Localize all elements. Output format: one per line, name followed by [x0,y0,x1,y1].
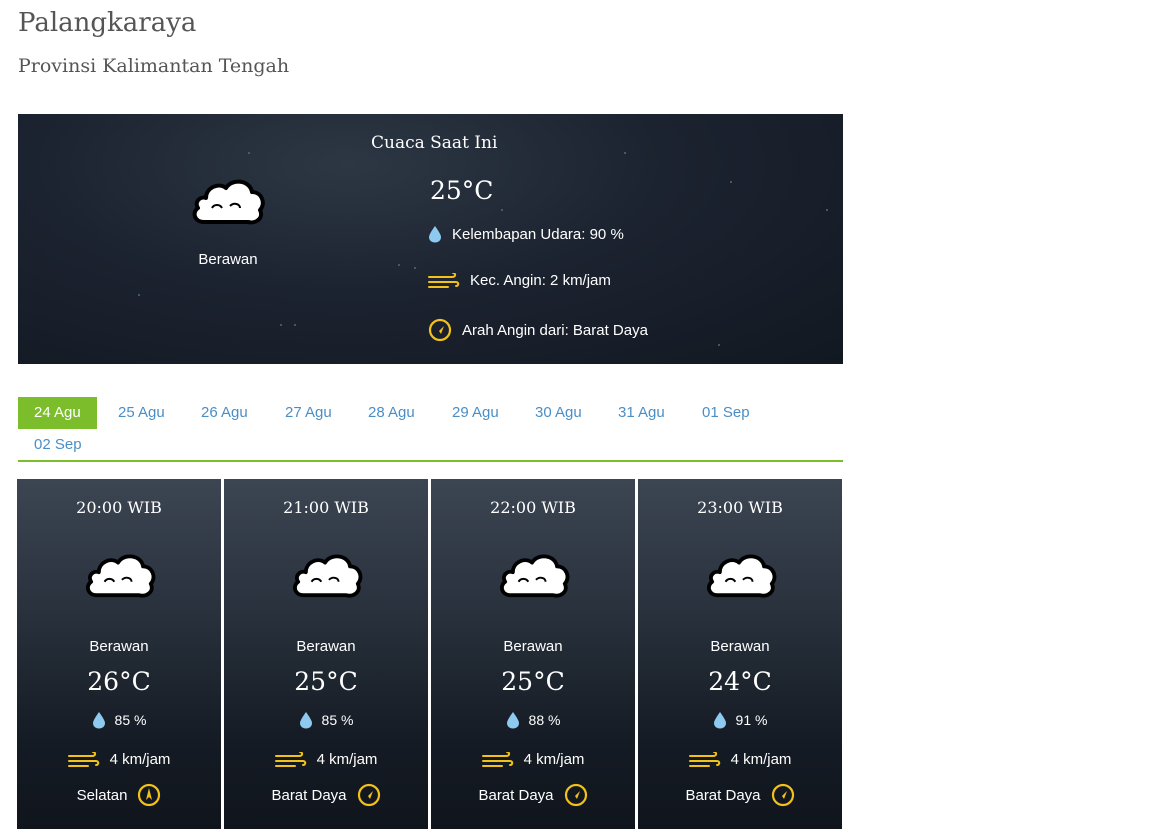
forecast-condition: Berawan [710,638,770,655]
forecast-humidity: 88 % [431,711,635,729]
current-direction-row: Arah Angin dari: Barat Daya [428,318,648,342]
cloud-icon [500,554,570,598]
forecast-condition: Berawan [296,638,356,655]
forecast-direction: Barat Daya [638,783,842,807]
forecast-card: 22:00 WIB Berawan 25°C 88 % 4 km/jam Bar… [431,479,635,829]
current-humidity-row: Kelembapan Udara: 90 % [428,225,624,243]
forecast-condition: Berawan [503,638,563,655]
forecast-direction: Barat Daya [224,783,428,807]
current-temperature: 25°C [430,176,494,205]
forecast-wind-value: 4 km/jam [316,751,378,768]
water-drop-icon [713,711,727,729]
forecast-temperature: 25°C [501,667,565,696]
forecast-wind-value: 4 km/jam [730,751,792,768]
forecast-wind-value: 4 km/jam [523,751,585,768]
forecast-card: 20:00 WIB Berawan 26°C 85 % 4 km/jam Sel… [17,479,221,829]
city-title: Palangkaraya [18,8,197,38]
forecast-wind-value: 4 km/jam [109,751,171,768]
wind-icon [274,751,307,768]
forecast-humidity: 85 % [224,711,428,729]
wind-icon [481,751,514,768]
current-condition: Berawan [198,251,258,268]
cloud-icon [86,554,156,598]
tab-01-sep[interactable]: 01 Sep [686,397,766,429]
forecast-direction: Selatan [17,783,221,807]
water-drop-icon [506,711,520,729]
compass-icon [564,783,588,807]
forecast-temperature: 26°C [87,667,151,696]
current-wind-row: Kec. Angin: 2 km/jam [428,272,611,289]
tab-30-agu[interactable]: 30 Agu [519,397,598,429]
forecast-wind: 4 km/jam [224,751,428,768]
current-humidity-text: Kelembapan Udara: 90 % [452,225,624,243]
tab-02-sep[interactable]: 02 Sep [18,429,98,461]
forecast-humidity: 91 % [638,711,842,729]
current-wind-text: Kec. Angin: 2 km/jam [470,272,611,289]
forecast-humidity: 85 % [17,711,221,729]
hourly-forecast: 20:00 WIB Berawan 26°C 85 % 4 km/jam Sel… [17,479,843,829]
forecast-temperature: 24°C [708,667,772,696]
current-weather-panel: Cuaca Saat Ini Berawan 25°C Kelembapan U… [18,114,843,364]
wind-icon [688,751,721,768]
forecast-condition: Berawan [89,638,149,655]
province-subtitle: Provinsi Kalimantan Tengah [18,55,290,77]
forecast-direction-value: Barat Daya [271,786,347,804]
forecast-direction-value: Barat Daya [685,786,761,804]
water-drop-icon [92,711,106,729]
wind-icon [428,272,460,289]
current-weather-title: Cuaca Saat Ini [371,133,498,153]
forecast-wind: 4 km/jam [431,751,635,768]
tab-28-agu[interactable]: 28 Agu [352,397,431,429]
forecast-time: 23:00 WIB [697,498,783,517]
forecast-time: 21:00 WIB [283,498,369,517]
compass-icon [428,318,452,342]
forecast-humidity-value: 85 % [114,712,147,728]
cloud-icon [707,554,777,598]
forecast-time: 20:00 WIB [76,498,162,517]
forecast-humidity-value: 85 % [321,712,354,728]
tab-26-agu[interactable]: 26 Agu [185,397,264,429]
forecast-card: 23:00 WIB Berawan 24°C 91 % 4 km/jam Bar… [638,479,842,829]
forecast-direction-value: Selatan [76,786,128,804]
cloud-icon [192,179,265,225]
forecast-direction-value: Barat Daya [478,786,554,804]
tab-24-agu[interactable]: 24 Agu [18,397,97,429]
forecast-humidity-value: 88 % [528,712,561,728]
compass-icon [357,783,381,807]
tab-27-agu[interactable]: 27 Agu [269,397,348,429]
forecast-direction: Barat Daya [431,783,635,807]
tab-25-agu[interactable]: 25 Agu [102,397,181,429]
date-tabs: 24 Agu 25 Agu 26 Agu 27 Agu 28 Agu 29 Ag… [18,397,843,462]
tab-31-agu[interactable]: 31 Agu [602,397,681,429]
current-direction-text: Arah Angin dari: Barat Daya [462,321,648,339]
forecast-temperature: 25°C [294,667,358,696]
forecast-wind: 4 km/jam [638,751,842,768]
wind-icon [67,751,100,768]
forecast-time: 22:00 WIB [490,498,576,517]
water-drop-icon [428,225,442,243]
forecast-card: 21:00 WIB Berawan 25°C 85 % 4 km/jam Bar… [224,479,428,829]
forecast-humidity-value: 91 % [735,712,768,728]
compass-icon [771,783,795,807]
water-drop-icon [299,711,313,729]
cloud-icon [293,554,363,598]
tab-29-agu[interactable]: 29 Agu [436,397,515,429]
compass-icon [137,783,161,807]
forecast-wind: 4 km/jam [17,751,221,768]
